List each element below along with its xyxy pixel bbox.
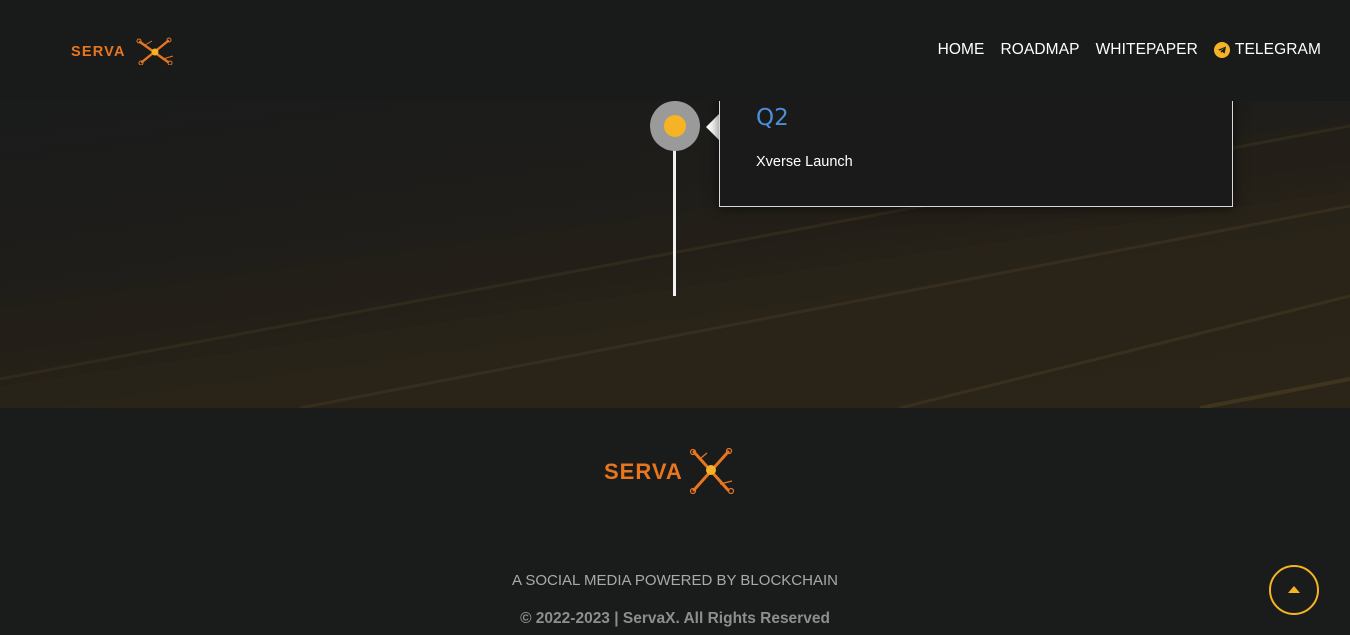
arrow-up-icon xyxy=(1288,585,1300,593)
main-nav: HOME ROADMAP WHITEPAPER TELEGRAM xyxy=(922,41,1321,59)
telegram-icon xyxy=(1213,42,1230,58)
footer-copyright: © 2022-2023 | ServaX. All Rights Reserve… xyxy=(520,610,830,627)
logo-wordmark: SERVA xyxy=(71,44,126,60)
nav-roadmap-label: ROADMAP xyxy=(1000,41,1080,58)
timeline-marker-core xyxy=(664,115,686,137)
card-pointer xyxy=(706,114,719,140)
milestone-card: Q2 Xverse Launch xyxy=(719,101,1233,207)
nav-home[interactable]: HOME xyxy=(938,41,985,59)
servax-logo[interactable]: SERVA xyxy=(70,37,176,65)
site-footer: SERVA A SOCIAL MEDIA POWERED BY BLOCKCHA… xyxy=(0,408,1350,635)
site-header: SERVA HOME ROADMAP WHITEPAPER TELEGRAM xyxy=(0,0,1350,101)
nav-telegram-label: TELEGRAM xyxy=(1234,41,1321,58)
footer-logo-wordmark: SERVA xyxy=(604,459,683,484)
nav-whitepaper[interactable]: WHITEPAPER xyxy=(1096,41,1198,59)
milestone-title: Q2 xyxy=(756,105,789,131)
roadmap-section: Q2 Xverse Launch xyxy=(0,101,1350,408)
footer-servax-logo[interactable]: SERVA xyxy=(604,448,736,494)
nav-whitepaper-label: WHITEPAPER xyxy=(1095,41,1198,58)
timeline-marker xyxy=(650,101,700,151)
nav-telegram[interactable]: TELEGRAM xyxy=(1213,41,1321,59)
nav-home-label: HOME xyxy=(937,41,985,58)
milestone-description: Xverse Launch xyxy=(756,154,853,170)
timeline-line xyxy=(673,146,676,296)
back-to-top-button[interactable] xyxy=(1269,565,1319,615)
footer-tagline: A SOCIAL MEDIA POWERED BY BLOCKCHAIN xyxy=(512,572,838,589)
nav-roadmap[interactable]: ROADMAP xyxy=(1001,41,1080,59)
